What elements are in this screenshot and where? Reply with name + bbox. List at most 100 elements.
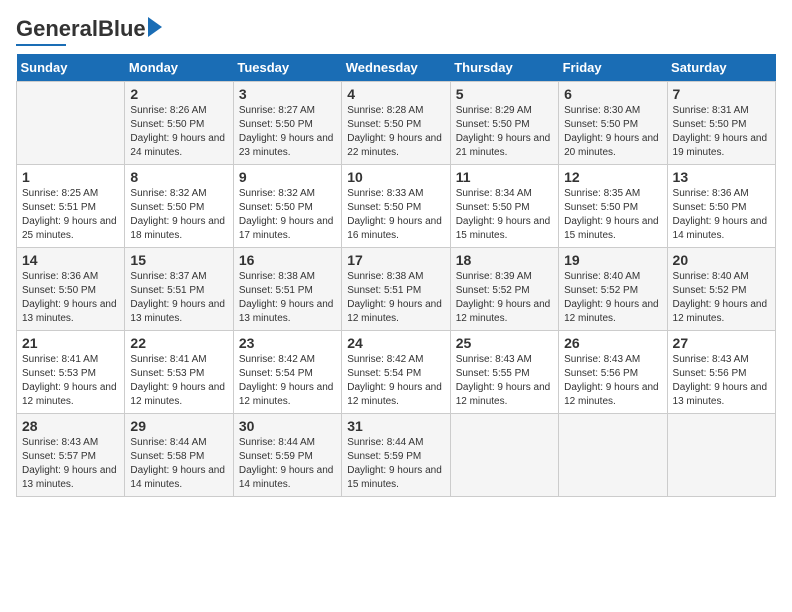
calendar-table: SundayMondayTuesdayWednesdayThursdayFrid… <box>16 54 776 497</box>
calendar-cell: 14 Sunrise: 8:36 AM Sunset: 5:50 PM Dayl… <box>17 248 125 331</box>
cell-content: Sunrise: 8:42 AM Sunset: 5:54 PM Dayligh… <box>347 353 444 409</box>
day-number: 26 <box>564 335 661 351</box>
logo: GeneralBlue <box>16 16 162 46</box>
calendar-cell: 10 Sunrise: 8:33 AM Sunset: 5:50 PM Dayl… <box>342 165 450 248</box>
calendar-cell: 30 Sunrise: 8:44 AM Sunset: 5:59 PM Dayl… <box>233 414 341 497</box>
calendar-cell: 16 Sunrise: 8:38 AM Sunset: 5:51 PM Dayl… <box>233 248 341 331</box>
calendar-cell: 27 Sunrise: 8:43 AM Sunset: 5:56 PM Dayl… <box>667 331 775 414</box>
day-of-week-header: Friday <box>559 54 667 82</box>
day-number: 24 <box>347 335 444 351</box>
calendar-cell: 24 Sunrise: 8:42 AM Sunset: 5:54 PM Dayl… <box>342 331 450 414</box>
calendar-row: 1 Sunrise: 8:25 AM Sunset: 5:51 PM Dayli… <box>17 165 776 248</box>
cell-content: Sunrise: 8:36 AM Sunset: 5:50 PM Dayligh… <box>22 270 119 326</box>
calendar-cell <box>667 414 775 497</box>
cell-content: Sunrise: 8:41 AM Sunset: 5:53 PM Dayligh… <box>130 353 227 409</box>
day-number: 5 <box>456 86 553 102</box>
calendar-cell: 26 Sunrise: 8:43 AM Sunset: 5:56 PM Dayl… <box>559 331 667 414</box>
cell-content: Sunrise: 8:34 AM Sunset: 5:50 PM Dayligh… <box>456 187 553 243</box>
calendar-cell: 20 Sunrise: 8:40 AM Sunset: 5:52 PM Dayl… <box>667 248 775 331</box>
day-number: 12 <box>564 169 661 185</box>
calendar-cell: 7 Sunrise: 8:31 AM Sunset: 5:50 PM Dayli… <box>667 82 775 165</box>
calendar-header-row: SundayMondayTuesdayWednesdayThursdayFrid… <box>17 54 776 82</box>
calendar-cell: 4 Sunrise: 8:28 AM Sunset: 5:50 PM Dayli… <box>342 82 450 165</box>
calendar-cell <box>450 414 558 497</box>
cell-content: Sunrise: 8:36 AM Sunset: 5:50 PM Dayligh… <box>673 187 770 243</box>
day-number: 17 <box>347 252 444 268</box>
page-header: GeneralBlue <box>16 16 776 46</box>
day-number: 10 <box>347 169 444 185</box>
day-number: 6 <box>564 86 661 102</box>
cell-content: Sunrise: 8:33 AM Sunset: 5:50 PM Dayligh… <box>347 187 444 243</box>
day-number: 28 <box>22 418 119 434</box>
day-number: 21 <box>22 335 119 351</box>
calendar-row: 28 Sunrise: 8:43 AM Sunset: 5:57 PM Dayl… <box>17 414 776 497</box>
day-number: 8 <box>130 169 227 185</box>
cell-content: Sunrise: 8:44 AM Sunset: 5:58 PM Dayligh… <box>130 436 227 492</box>
day-of-week-header: Sunday <box>17 54 125 82</box>
day-of-week-header: Thursday <box>450 54 558 82</box>
calendar-cell: 25 Sunrise: 8:43 AM Sunset: 5:55 PM Dayl… <box>450 331 558 414</box>
calendar-cell: 22 Sunrise: 8:41 AM Sunset: 5:53 PM Dayl… <box>125 331 233 414</box>
calendar-cell: 13 Sunrise: 8:36 AM Sunset: 5:50 PM Dayl… <box>667 165 775 248</box>
cell-content: Sunrise: 8:43 AM Sunset: 5:56 PM Dayligh… <box>673 353 770 409</box>
cell-content: Sunrise: 8:31 AM Sunset: 5:50 PM Dayligh… <box>673 104 770 160</box>
cell-content: Sunrise: 8:39 AM Sunset: 5:52 PM Dayligh… <box>456 270 553 326</box>
cell-content: Sunrise: 8:38 AM Sunset: 5:51 PM Dayligh… <box>239 270 336 326</box>
day-number: 9 <box>239 169 336 185</box>
day-number: 27 <box>673 335 770 351</box>
day-number: 29 <box>130 418 227 434</box>
cell-content: Sunrise: 8:25 AM Sunset: 5:51 PM Dayligh… <box>22 187 119 243</box>
calendar-cell: 6 Sunrise: 8:30 AM Sunset: 5:50 PM Dayli… <box>559 82 667 165</box>
calendar-cell: 8 Sunrise: 8:32 AM Sunset: 5:50 PM Dayli… <box>125 165 233 248</box>
cell-content: Sunrise: 8:40 AM Sunset: 5:52 PM Dayligh… <box>673 270 770 326</box>
day-number: 2 <box>130 86 227 102</box>
cell-content: Sunrise: 8:44 AM Sunset: 5:59 PM Dayligh… <box>239 436 336 492</box>
calendar-cell: 5 Sunrise: 8:29 AM Sunset: 5:50 PM Dayli… <box>450 82 558 165</box>
cell-content: Sunrise: 8:43 AM Sunset: 5:55 PM Dayligh… <box>456 353 553 409</box>
day-number: 22 <box>130 335 227 351</box>
calendar-cell: 28 Sunrise: 8:43 AM Sunset: 5:57 PM Dayl… <box>17 414 125 497</box>
calendar-cell: 11 Sunrise: 8:34 AM Sunset: 5:50 PM Dayl… <box>450 165 558 248</box>
day-number: 30 <box>239 418 336 434</box>
cell-content: Sunrise: 8:43 AM Sunset: 5:56 PM Dayligh… <box>564 353 661 409</box>
day-of-week-header: Monday <box>125 54 233 82</box>
day-number: 14 <box>22 252 119 268</box>
logo-arrow <box>148 17 162 42</box>
cell-content: Sunrise: 8:30 AM Sunset: 5:50 PM Dayligh… <box>564 104 661 160</box>
day-number: 20 <box>673 252 770 268</box>
day-number: 3 <box>239 86 336 102</box>
day-number: 16 <box>239 252 336 268</box>
cell-content: Sunrise: 8:32 AM Sunset: 5:50 PM Dayligh… <box>239 187 336 243</box>
day-of-week-header: Wednesday <box>342 54 450 82</box>
calendar-cell: 19 Sunrise: 8:40 AM Sunset: 5:52 PM Dayl… <box>559 248 667 331</box>
calendar-row: 2 Sunrise: 8:26 AM Sunset: 5:50 PM Dayli… <box>17 82 776 165</box>
day-number: 4 <box>347 86 444 102</box>
calendar-cell: 1 Sunrise: 8:25 AM Sunset: 5:51 PM Dayli… <box>17 165 125 248</box>
cell-content: Sunrise: 8:38 AM Sunset: 5:51 PM Dayligh… <box>347 270 444 326</box>
cell-content: Sunrise: 8:32 AM Sunset: 5:50 PM Dayligh… <box>130 187 227 243</box>
calendar-cell: 3 Sunrise: 8:27 AM Sunset: 5:50 PM Dayli… <box>233 82 341 165</box>
cell-content: Sunrise: 8:28 AM Sunset: 5:50 PM Dayligh… <box>347 104 444 160</box>
cell-content: Sunrise: 8:37 AM Sunset: 5:51 PM Dayligh… <box>130 270 227 326</box>
calendar-cell: 21 Sunrise: 8:41 AM Sunset: 5:53 PM Dayl… <box>17 331 125 414</box>
calendar-cell: 23 Sunrise: 8:42 AM Sunset: 5:54 PM Dayl… <box>233 331 341 414</box>
day-number: 13 <box>673 169 770 185</box>
calendar-cell: 12 Sunrise: 8:35 AM Sunset: 5:50 PM Dayl… <box>559 165 667 248</box>
calendar-cell <box>17 82 125 165</box>
cell-content: Sunrise: 8:35 AM Sunset: 5:50 PM Dayligh… <box>564 187 661 243</box>
calendar-cell: 31 Sunrise: 8:44 AM Sunset: 5:59 PM Dayl… <box>342 414 450 497</box>
cell-content: Sunrise: 8:42 AM Sunset: 5:54 PM Dayligh… <box>239 353 336 409</box>
day-number: 7 <box>673 86 770 102</box>
calendar-cell: 17 Sunrise: 8:38 AM Sunset: 5:51 PM Dayl… <box>342 248 450 331</box>
day-number: 18 <box>456 252 553 268</box>
calendar-cell <box>559 414 667 497</box>
day-of-week-header: Saturday <box>667 54 775 82</box>
day-number: 25 <box>456 335 553 351</box>
calendar-cell: 29 Sunrise: 8:44 AM Sunset: 5:58 PM Dayl… <box>125 414 233 497</box>
cell-content: Sunrise: 8:44 AM Sunset: 5:59 PM Dayligh… <box>347 436 444 492</box>
day-number: 15 <box>130 252 227 268</box>
cell-content: Sunrise: 8:40 AM Sunset: 5:52 PM Dayligh… <box>564 270 661 326</box>
day-number: 23 <box>239 335 336 351</box>
logo-text: GeneralBlue <box>16 16 146 42</box>
calendar-cell: 15 Sunrise: 8:37 AM Sunset: 5:51 PM Dayl… <box>125 248 233 331</box>
